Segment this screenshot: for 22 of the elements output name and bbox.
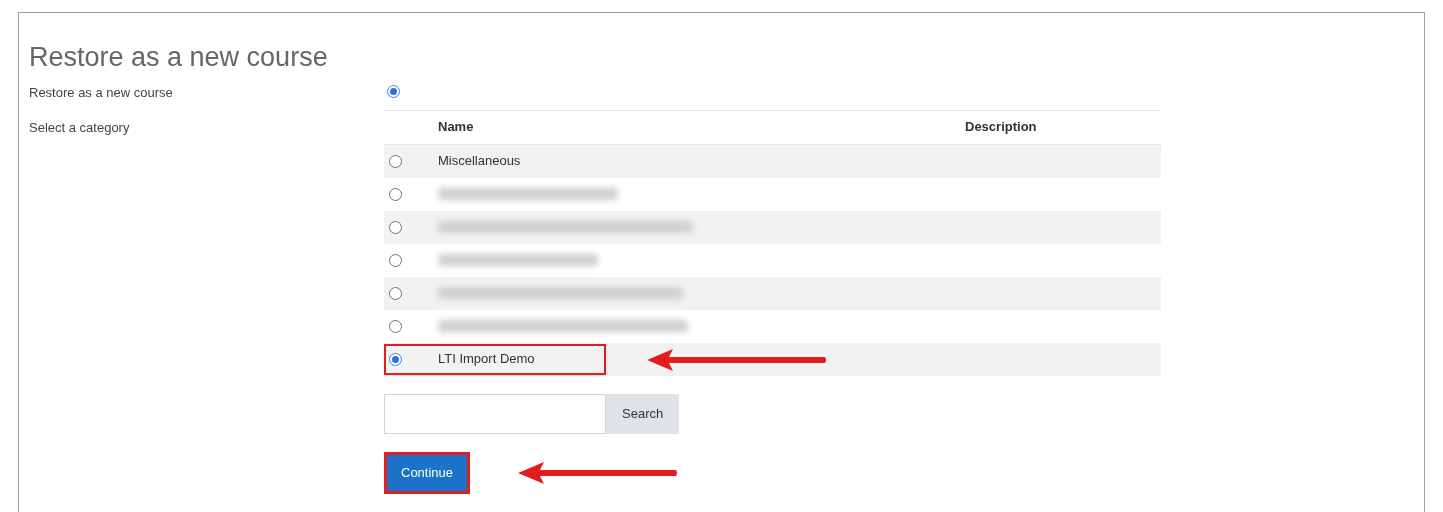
arrow-icon	[518, 460, 679, 485]
table-cell-text: LTI Import Demo	[438, 350, 535, 369]
continue-button[interactable]: Continue	[384, 451, 471, 494]
radio-button[interactable]	[389, 253, 402, 267]
radio-button[interactable]	[389, 319, 402, 333]
table-cell-text: Miscellaneous	[438, 152, 521, 171]
table-row[interactable]: LTI Import Demo	[384, 342, 1161, 376]
field-label: Restore as a new course	[29, 84, 174, 102]
radio-button[interactable]	[389, 220, 402, 234]
radio-button[interactable]	[389, 286, 402, 300]
radio-button[interactable]	[389, 154, 402, 168]
page-title: Restore as a new course	[29, 41, 329, 73]
radio-button[interactable]	[389, 352, 402, 366]
column-header: Description	[965, 118, 1037, 137]
arrow-icon	[647, 347, 827, 372]
radio-button[interactable]	[389, 187, 402, 201]
search-button[interactable]: Search	[606, 393, 680, 434]
search-field[interactable]	[384, 393, 606, 434]
field-label: Select a category	[29, 119, 130, 135]
column-header: Name	[438, 118, 475, 137]
table-row[interactable]: Miscellaneous	[384, 144, 1161, 178]
radio-button[interactable]	[387, 85, 400, 98]
